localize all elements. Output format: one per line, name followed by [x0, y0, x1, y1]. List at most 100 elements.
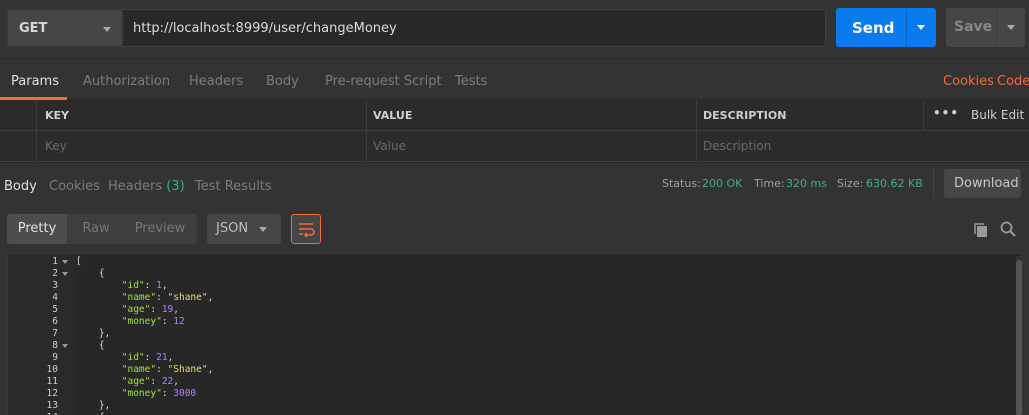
- tab-authorization[interactable]: Authorization: [83, 74, 170, 89]
- json-value: 21: [156, 352, 168, 363]
- fold-toggle-icon[interactable]: [62, 260, 68, 264]
- value-header-label: VALUE: [373, 109, 413, 122]
- request-bar: GET http://localhost:8999/user/changeMon…: [0, 0, 1029, 58]
- copy-icon[interactable]: [972, 221, 990, 239]
- line-number: 9: [52, 352, 58, 363]
- tab-headers[interactable]: Headers: [189, 74, 243, 89]
- download-button[interactable]: Download: [944, 169, 1021, 198]
- json-key: "name": [121, 292, 157, 303]
- line-number: 8: [52, 340, 58, 351]
- more-options-icon[interactable]: •••: [933, 106, 959, 120]
- tab-test-results[interactable]: Test Results: [195, 179, 272, 194]
- json-key: "money": [121, 388, 162, 399]
- key-header-label: KEY: [45, 109, 70, 122]
- json-value: "Shane": [167, 364, 208, 375]
- code-line: "id": 21,: [121, 352, 174, 363]
- code-link[interactable]: Code: [997, 74, 1029, 89]
- format-select[interactable]: JSON: [207, 214, 281, 244]
- headers-tab-label: Headers: [108, 179, 163, 194]
- json-key: "money": [121, 316, 162, 327]
- json-key: "name": [121, 364, 157, 375]
- save-button[interactable]: Save: [946, 8, 996, 47]
- json-key: "age": [121, 376, 151, 387]
- url-text: http://localhost:8999/user/changeMoney: [133, 21, 397, 36]
- time-value[interactable]: 320 ms: [786, 177, 827, 190]
- code-line: "money": 3000: [121, 388, 197, 399]
- line-number: 6: [52, 316, 58, 327]
- description-column-header: DESCRIPTION ••• Bulk Edit: [697, 100, 1029, 131]
- row-handle: [0, 131, 37, 162]
- key-placeholder: Key: [45, 139, 67, 153]
- url-input[interactable]: http://localhost:8999/user/changeMoney: [122, 9, 826, 47]
- format-label: JSON: [216, 221, 249, 236]
- status-value[interactable]: 200 OK: [702, 177, 742, 190]
- search-icon[interactable]: [999, 220, 1017, 238]
- size-value[interactable]: 630.62 KB: [866, 177, 923, 190]
- description-placeholder: Description: [703, 139, 772, 153]
- response-body-viewer[interactable]: 1234567891011121314 [ { "id": 1, "name":…: [7, 253, 1023, 415]
- tab-body[interactable]: Body: [266, 74, 299, 89]
- chevron-down-icon: [917, 25, 925, 30]
- chevron-down-icon: [1007, 25, 1015, 30]
- bulk-edit-link[interactable]: Bulk Edit: [971, 108, 1024, 122]
- code-line: {: [76, 268, 105, 279]
- tab-response-cookies[interactable]: Cookies: [49, 179, 100, 194]
- tab-response-body[interactable]: Body: [4, 179, 37, 194]
- mode-preview[interactable]: Preview: [131, 214, 189, 244]
- line-number: 7: [52, 328, 58, 339]
- code-line: "age": 22,: [121, 376, 180, 387]
- json-key: "id": [121, 280, 145, 291]
- method-label: GET: [19, 21, 48, 36]
- mode-pretty[interactable]: Pretty: [7, 214, 67, 244]
- view-mode-selector: Pretty Raw Preview: [7, 214, 197, 244]
- value-input[interactable]: Value: [367, 131, 697, 162]
- code-line: "age": 19,: [121, 304, 180, 315]
- tab-tests[interactable]: Tests: [455, 74, 487, 89]
- method-select[interactable]: GET: [7, 9, 122, 47]
- line-number: 4: [52, 292, 58, 303]
- scrollbar-thumb[interactable]: [1016, 260, 1022, 415]
- line-number: 5: [52, 304, 58, 315]
- tab-params[interactable]: Params: [11, 74, 59, 89]
- response-bar: Body Cookies Headers (3) Test Results St…: [0, 162, 1029, 204]
- tab-response-headers[interactable]: Headers (3): [108, 179, 185, 194]
- value-column-header: VALUE: [367, 100, 697, 131]
- json-key: "age": [121, 304, 151, 315]
- line-number: 13: [46, 400, 58, 411]
- download-label: Download: [954, 176, 1019, 191]
- key-input[interactable]: Key: [37, 131, 367, 162]
- save-options-button[interactable]: [996, 8, 1025, 47]
- fold-toggle-icon[interactable]: [62, 272, 68, 276]
- cookies-link[interactable]: Cookies: [943, 74, 994, 89]
- json-value: 22: [161, 376, 174, 387]
- chevron-down-icon: [103, 27, 111, 32]
- chevron-down-icon: [259, 227, 267, 232]
- key-column-header: KEY: [37, 100, 367, 131]
- vertical-scrollbar[interactable]: [1016, 256, 1022, 415]
- size-label: Size:: [837, 177, 864, 190]
- fold-toggle-icon[interactable]: [62, 344, 68, 348]
- description-header-label: DESCRIPTION: [703, 109, 787, 122]
- request-tabs: Params Authorization Headers Body Pre-re…: [0, 58, 1029, 100]
- description-input[interactable]: Description: [697, 131, 1029, 162]
- save-label: Save: [954, 19, 993, 35]
- line-number: 1: [52, 256, 58, 267]
- mode-raw[interactable]: Raw: [73, 214, 119, 244]
- wrap-text-button[interactable]: [291, 214, 321, 244]
- line-number: 12: [46, 388, 58, 399]
- json-value: 3000: [173, 388, 197, 399]
- params-table: KEY VALUE DESCRIPTION ••• Bulk Edit Key …: [0, 100, 1029, 162]
- header-divider: [923, 100, 924, 131]
- line-number-gutter: 1234567891011121314: [8, 254, 74, 415]
- code-line: [: [76, 256, 82, 267]
- send-button[interactable]: Send: [836, 8, 906, 47]
- json-value: 1: [156, 280, 162, 291]
- row-handle-header: [0, 100, 37, 131]
- time-label: Time:: [754, 177, 785, 190]
- send-options-button[interactable]: [906, 8, 936, 47]
- line-number: 10: [46, 364, 58, 375]
- tab-pre-request-script[interactable]: Pre-request Script: [325, 74, 442, 89]
- code-line: },: [76, 328, 111, 339]
- code-line: },: [76, 400, 111, 411]
- code-line: {: [76, 340, 105, 351]
